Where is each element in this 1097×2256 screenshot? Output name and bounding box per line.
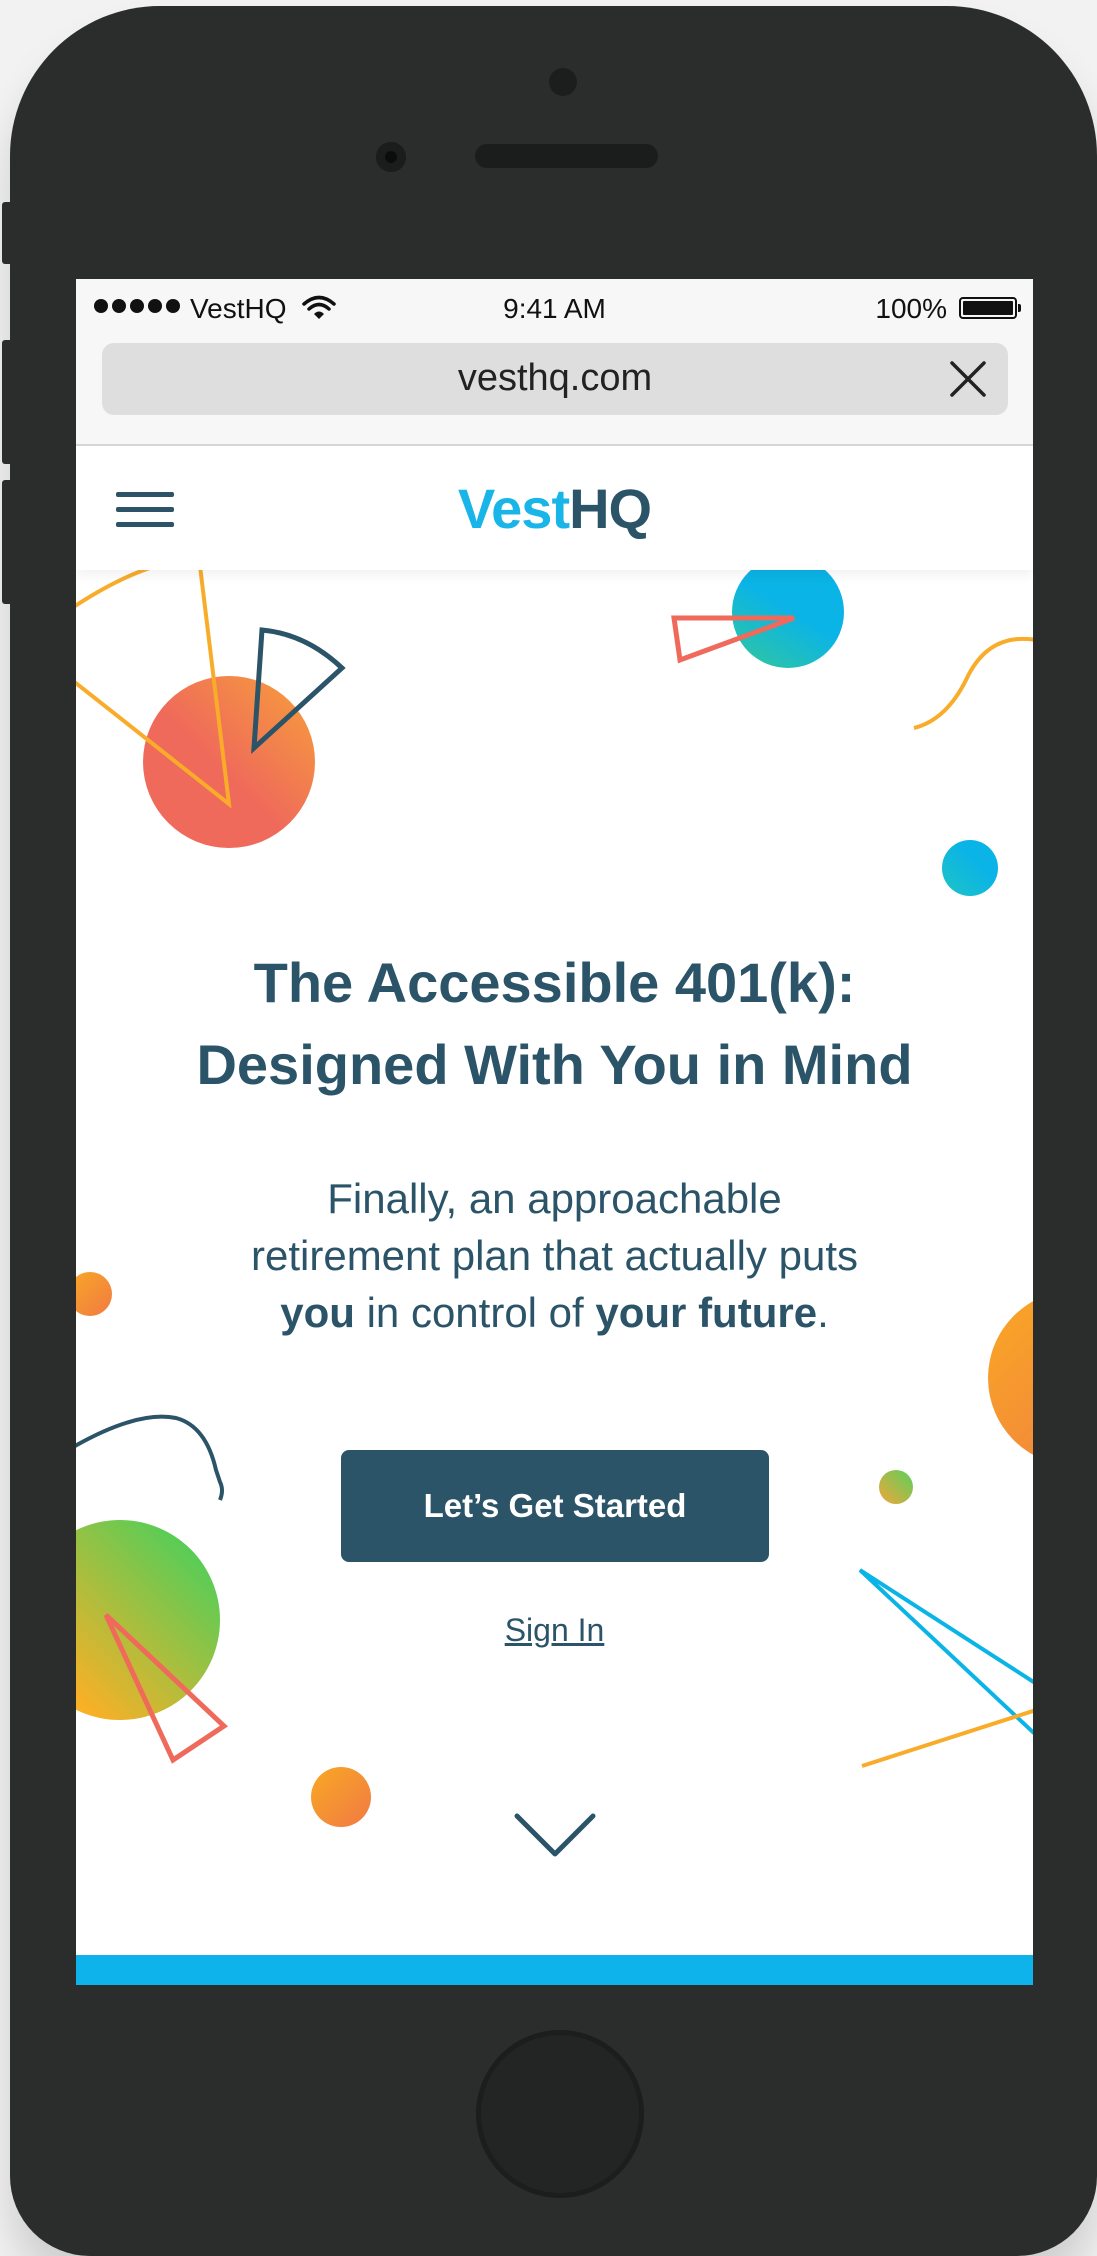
sign-in-link[interactable]: Sign In <box>76 1612 1033 1649</box>
silent-switch <box>2 202 12 264</box>
site-header: VestHQ <box>76 446 1033 570</box>
logo-vest: Vest <box>457 477 570 540</box>
hero-section: The Accessible 401(k): Designed With You… <box>76 570 1033 1965</box>
address-bar[interactable]: vesthq.com <box>102 343 1008 415</box>
battery-percent: 100% <box>875 293 947 324</box>
status-bar: VestHQ 9:41 AM 100% <box>76 279 1033 337</box>
vesthq-logo[interactable]: VestHQ <box>76 476 1033 541</box>
headline-line-2: Designed With You in Mind <box>196 1033 913 1096</box>
hero-headline: The Accessible 401(k): Designed With You… <box>76 942 1033 1106</box>
chevron-down-icon[interactable] <box>513 1810 597 1860</box>
subheading-future: your future <box>595 1289 818 1336</box>
browser-toolbar: vesthq.com <box>76 337 1033 446</box>
next-section-strip <box>76 1955 1033 1985</box>
subheading-mid: in control of <box>354 1289 596 1336</box>
subheading-you: you <box>280 1289 355 1336</box>
proximity-sensor <box>549 68 577 96</box>
phone-screen: VestHQ 9:41 AM 100% vesthq.com VestHQ Th… <box>76 279 1033 1985</box>
address-url: vesthq.com <box>457 357 653 399</box>
home-button[interactable] <box>476 2030 644 2198</box>
earpiece-speaker <box>475 144 658 168</box>
hero-subheading: Finally, an approachable retirement plan… <box>156 1170 953 1341</box>
subheading-line-2: retirement plan that actually puts <box>251 1232 858 1279</box>
battery-icon <box>959 297 1021 319</box>
front-camera <box>376 142 406 172</box>
get-started-button[interactable]: Let’s Get Started <box>341 1450 769 1562</box>
volume-up-button <box>2 340 12 464</box>
logo-hq: HQ <box>569 477 652 540</box>
volume-down-button <box>2 480 12 604</box>
subheading-end: . <box>817 1289 829 1336</box>
headline-line-1: The Accessible 401(k): <box>253 951 856 1014</box>
close-icon[interactable] <box>946 357 990 401</box>
subheading-line-1: Finally, an approachable <box>327 1175 782 1222</box>
